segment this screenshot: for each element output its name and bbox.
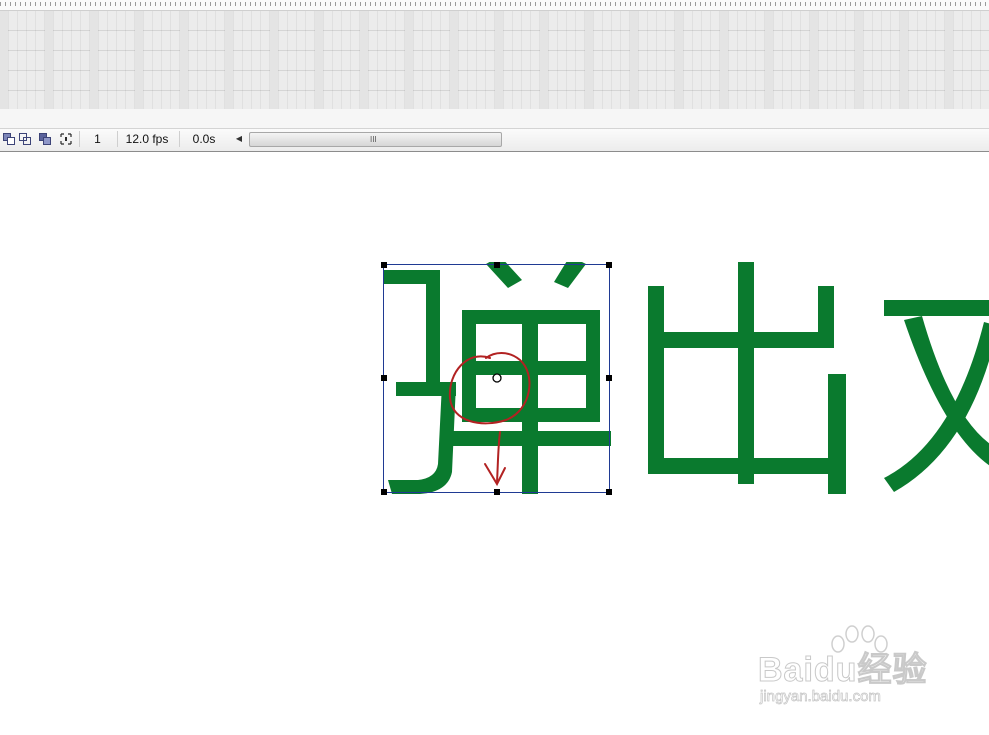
- timeline-panel: [0, 0, 989, 131]
- frame-grid[interactable]: [0, 11, 989, 109]
- frame-column: [450, 11, 458, 109]
- timeline-horizontal-scrollbar[interactable]: III: [249, 132, 502, 147]
- frame-column: [45, 11, 53, 109]
- frame-column: [630, 11, 638, 109]
- frame-column: [540, 11, 548, 109]
- baidu-watermark: Baidu经验 jingyan.baidu.com: [756, 624, 966, 724]
- edit-multiple-frames-icon: [39, 133, 51, 145]
- text-char-chu[interactable]: [648, 262, 846, 494]
- frame-column: [810, 11, 818, 109]
- stage-canvas[interactable]: Baidu经验 jingyan.baidu.com: [0, 152, 989, 735]
- modify-onion-markers-icon: [60, 133, 72, 145]
- scroll-left-arrow-icon[interactable]: ◀: [234, 132, 244, 146]
- frame-column: [495, 11, 503, 109]
- frame-column: [765, 11, 773, 109]
- frame-column: [945, 11, 953, 109]
- modify-onion-markers-button[interactable]: [59, 132, 73, 146]
- watermark-brand: Baidu经验: [757, 651, 928, 690]
- frame-column: [315, 11, 323, 109]
- frame-column: [360, 11, 368, 109]
- frame-column: [855, 11, 863, 109]
- onion-skin-outlines-icon: [19, 133, 31, 145]
- transform-center-point[interactable]: [492, 373, 502, 383]
- frame-column: [675, 11, 683, 109]
- frame-column: [225, 11, 233, 109]
- frame-column: [900, 11, 908, 109]
- edit-multiple-frames-button[interactable]: [38, 132, 52, 146]
- frame-column: [405, 11, 413, 109]
- onion-skin-outlines-button[interactable]: [18, 132, 32, 146]
- text-char-wen[interactable]: [884, 300, 989, 492]
- frame-column: [135, 11, 143, 109]
- frame-column: [720, 11, 728, 109]
- frame-rate-field[interactable]: 12.0 fps: [117, 131, 176, 147]
- frame-column: [0, 11, 8, 109]
- frame-column: [90, 11, 98, 109]
- frame-column: [180, 11, 188, 109]
- onion-skin-icon: [3, 133, 15, 145]
- scrollbar-grip[interactable]: III: [370, 133, 377, 146]
- frame-ruler[interactable]: [0, 0, 989, 11]
- onion-skin-button[interactable]: [2, 132, 16, 146]
- current-frame-field: 1: [79, 131, 115, 147]
- frame-column: [585, 11, 593, 109]
- frame-column: [270, 11, 278, 109]
- elapsed-time-field: 0.0s: [179, 131, 228, 147]
- watermark-url: jingyan.baidu.com: [760, 688, 882, 706]
- timeline-status-bar: 1 12.0 fps 0.0s ◀ III: [0, 128, 989, 152]
